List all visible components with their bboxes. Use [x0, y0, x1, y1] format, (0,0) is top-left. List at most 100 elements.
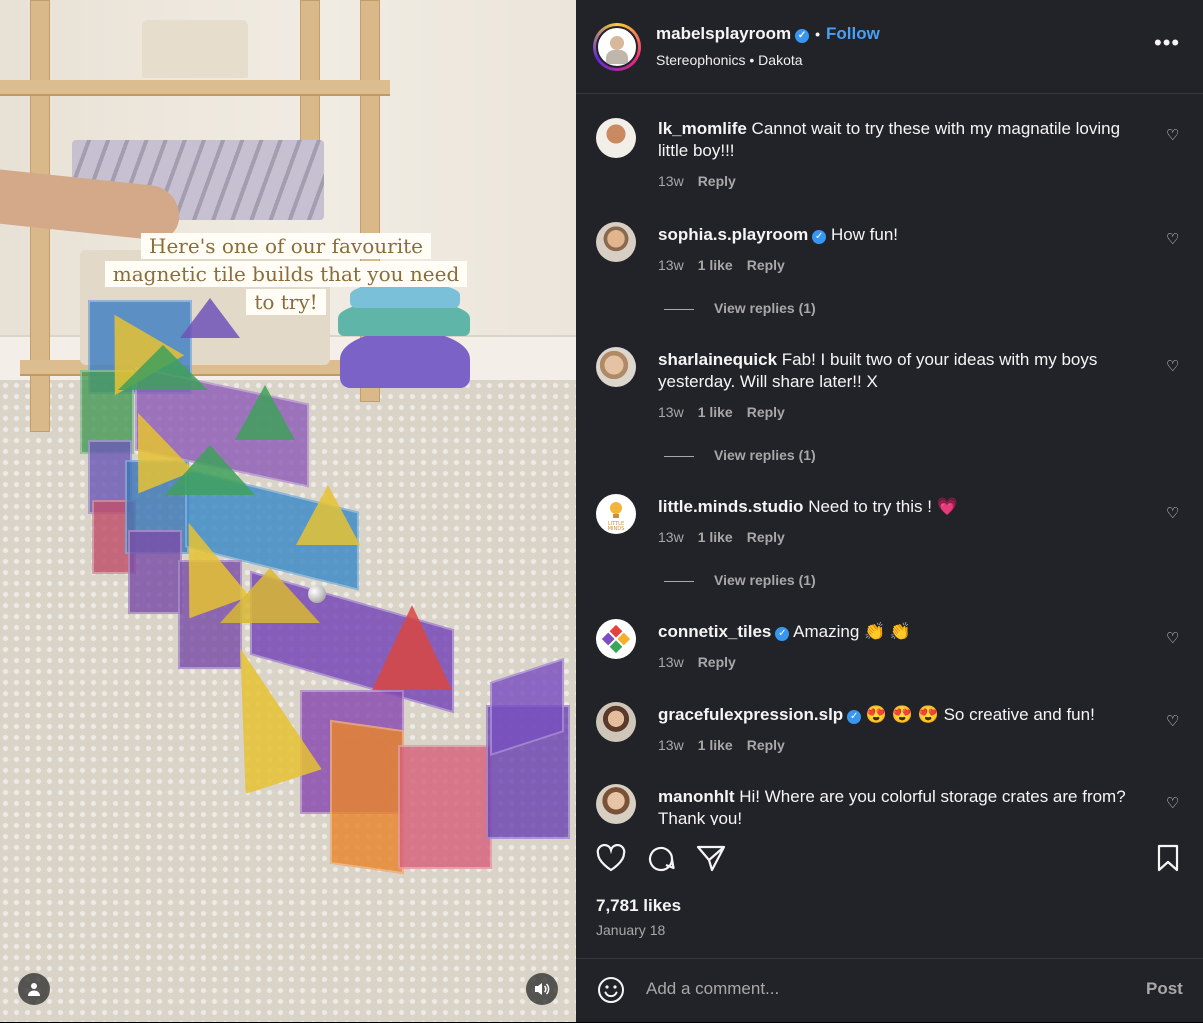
author-avatar[interactable] [593, 23, 641, 71]
stacking-toy [340, 330, 470, 388]
view-replies-button[interactable]: View replies (1) [664, 300, 816, 316]
comment-like-heart-icon[interactable]: ♡ [1166, 230, 1179, 248]
comment-time: 13w [658, 737, 684, 753]
reply-button[interactable]: Reply [747, 737, 785, 753]
comment-text: little.minds.studio Need to try this ! 💗 [658, 496, 1140, 518]
comment-icon[interactable] [646, 844, 676, 874]
comment-like-heart-icon[interactable]: ♡ [1166, 126, 1179, 144]
mute-button[interactable] [526, 973, 558, 1005]
comment-meta: 13w 1 like Reply [658, 404, 799, 420]
magnetic-tile [330, 719, 404, 875]
comments-list: lk_momlife Cannot wait to try these with… [576, 94, 1203, 825]
shelf-board [0, 80, 390, 96]
like-heart-icon[interactable] [596, 844, 626, 872]
commenter-avatar[interactable] [596, 222, 636, 262]
commenter-username[interactable]: little.minds.studio [658, 497, 803, 516]
audio-track[interactable]: Stereophonics • Dakota [656, 52, 803, 68]
commenter-username[interactable]: connetix_tiles [658, 622, 771, 641]
comment-likes[interactable]: 1 like [698, 404, 733, 420]
video-caption: Here's one of our favourite magnetic til… [100, 232, 472, 316]
volume-icon [535, 983, 550, 995]
commenter-username[interactable]: sharlainequick [658, 350, 777, 369]
add-comment-bar: Add a comment... Post [576, 958, 1203, 1023]
comment-like-heart-icon[interactable]: ♡ [1166, 794, 1179, 812]
triangle-tile [235, 385, 295, 440]
commenter-username[interactable]: manonhlt [658, 787, 735, 806]
reply-button[interactable]: Reply [698, 173, 736, 189]
avatar-body [606, 50, 628, 64]
commenter-avatar[interactable] [596, 784, 636, 824]
share-icon[interactable] [696, 844, 726, 872]
user-tag-button[interactable] [18, 973, 50, 1005]
verified-badge-icon: ✓ [812, 230, 827, 244]
triangle-tile [372, 605, 452, 690]
commenter-avatar[interactable] [596, 347, 636, 387]
verified-badge-icon: ✓ [775, 627, 790, 641]
view-replies-button[interactable]: View replies (1) [664, 447, 816, 463]
follow-button[interactable]: Follow [826, 24, 880, 43]
comment-body: Amazing 👏 👏 [793, 622, 912, 641]
comment-body: Need to try this ! 💗 [808, 497, 958, 516]
likes-count[interactable]: 7,781 likes [596, 896, 681, 916]
avatar-face [610, 36, 624, 50]
comment-likes[interactable]: 1 like [698, 257, 733, 273]
comment-time: 13w [658, 257, 684, 273]
comment-text: sharlainequick Fab! I built two of your … [658, 349, 1140, 393]
triangle-tile [220, 568, 320, 623]
verified-badge-icon: ✓ [795, 29, 810, 43]
lightbulb-logo-icon: LITTLEMINDS [608, 502, 625, 532]
comment-meta: 13w Reply [658, 654, 750, 670]
post-comment-button[interactable]: Post [1146, 979, 1183, 999]
comment-like-heart-icon[interactable]: ♡ [1166, 712, 1179, 730]
comment-meta: 13w 1 like Reply [658, 529, 799, 545]
author-line: mabelsplayroom ✓ • Follow [656, 24, 880, 44]
emoji-icon[interactable] [596, 975, 626, 1005]
post-date: January 18 [596, 922, 666, 938]
triangle-tile [118, 345, 208, 390]
comment-meta: 13w 1 like Reply [658, 257, 799, 273]
comment-text: connetix_tiles ✓ Amazing 👏 👏 [658, 621, 1140, 643]
comment-body: 😍 😍 😍 So creative and fun! [865, 705, 1095, 724]
comment-like-heart-icon[interactable]: ♡ [1166, 357, 1179, 375]
comment-meta: 13w Reply [658, 173, 750, 189]
triangle-tile [165, 445, 255, 495]
bookmark-icon[interactable] [1156, 844, 1180, 872]
comment-input[interactable]: Add a comment... [646, 979, 779, 999]
commenter-avatar[interactable]: LITTLE MINDS [596, 494, 636, 534]
commenter-avatar[interactable] [596, 619, 636, 659]
reply-button[interactable]: Reply [747, 404, 785, 420]
comment-time: 13w [658, 654, 684, 670]
author-avatar-image [596, 26, 638, 68]
action-bar [576, 826, 1203, 886]
more-options-icon[interactable]: ••• [1154, 30, 1180, 56]
comment-time: 13w [658, 173, 684, 189]
comment-likes[interactable]: 1 like [698, 737, 733, 753]
reply-button[interactable]: Reply [747, 257, 785, 273]
comment-body: How fun! [830, 225, 899, 244]
commenter-avatar[interactable] [596, 118, 636, 158]
connetix-logo-icon [601, 624, 631, 654]
post-sidebar: mabelsplayroom ✓ • Follow Stereophonics • D… [576, 0, 1203, 1022]
view-replies-button[interactable]: View replies (1) [664, 572, 816, 588]
separator-dot: • [815, 26, 821, 42]
verified-badge-icon: ✓ [847, 710, 862, 724]
storage-basket [142, 20, 248, 78]
marble [308, 585, 326, 603]
reply-button[interactable]: Reply [698, 654, 736, 670]
comment-text: sophia.s.playroom ✓ How fun! [658, 224, 1140, 246]
commenter-username[interactable]: gracefulexpression.slp [658, 705, 843, 724]
post-media[interactable]: Here's one of our favourite magnetic til… [0, 0, 576, 1022]
svg-text:MINDS: MINDS [608, 526, 625, 532]
comment-like-heart-icon[interactable]: ♡ [1166, 629, 1179, 647]
commenter-username[interactable]: lk_momlife [658, 119, 747, 138]
author-username[interactable]: mabelsplayroom [656, 24, 791, 43]
comment-likes[interactable]: 1 like [698, 529, 733, 545]
comment-time: 13w [658, 404, 684, 420]
reply-button[interactable]: Reply [747, 529, 785, 545]
post-header: mabelsplayroom ✓ • Follow Stereophonics • D… [576, 0, 1203, 94]
commenter-avatar[interactable] [596, 702, 636, 742]
video-caption-text: Here's one of our favourite magnetic til… [104, 233, 468, 315]
comment-like-heart-icon[interactable]: ♡ [1166, 504, 1179, 522]
commenter-username[interactable]: sophia.s.playroom [658, 225, 808, 244]
comment-text: manonhlt Hi! Where are you colorful stor… [658, 786, 1140, 825]
